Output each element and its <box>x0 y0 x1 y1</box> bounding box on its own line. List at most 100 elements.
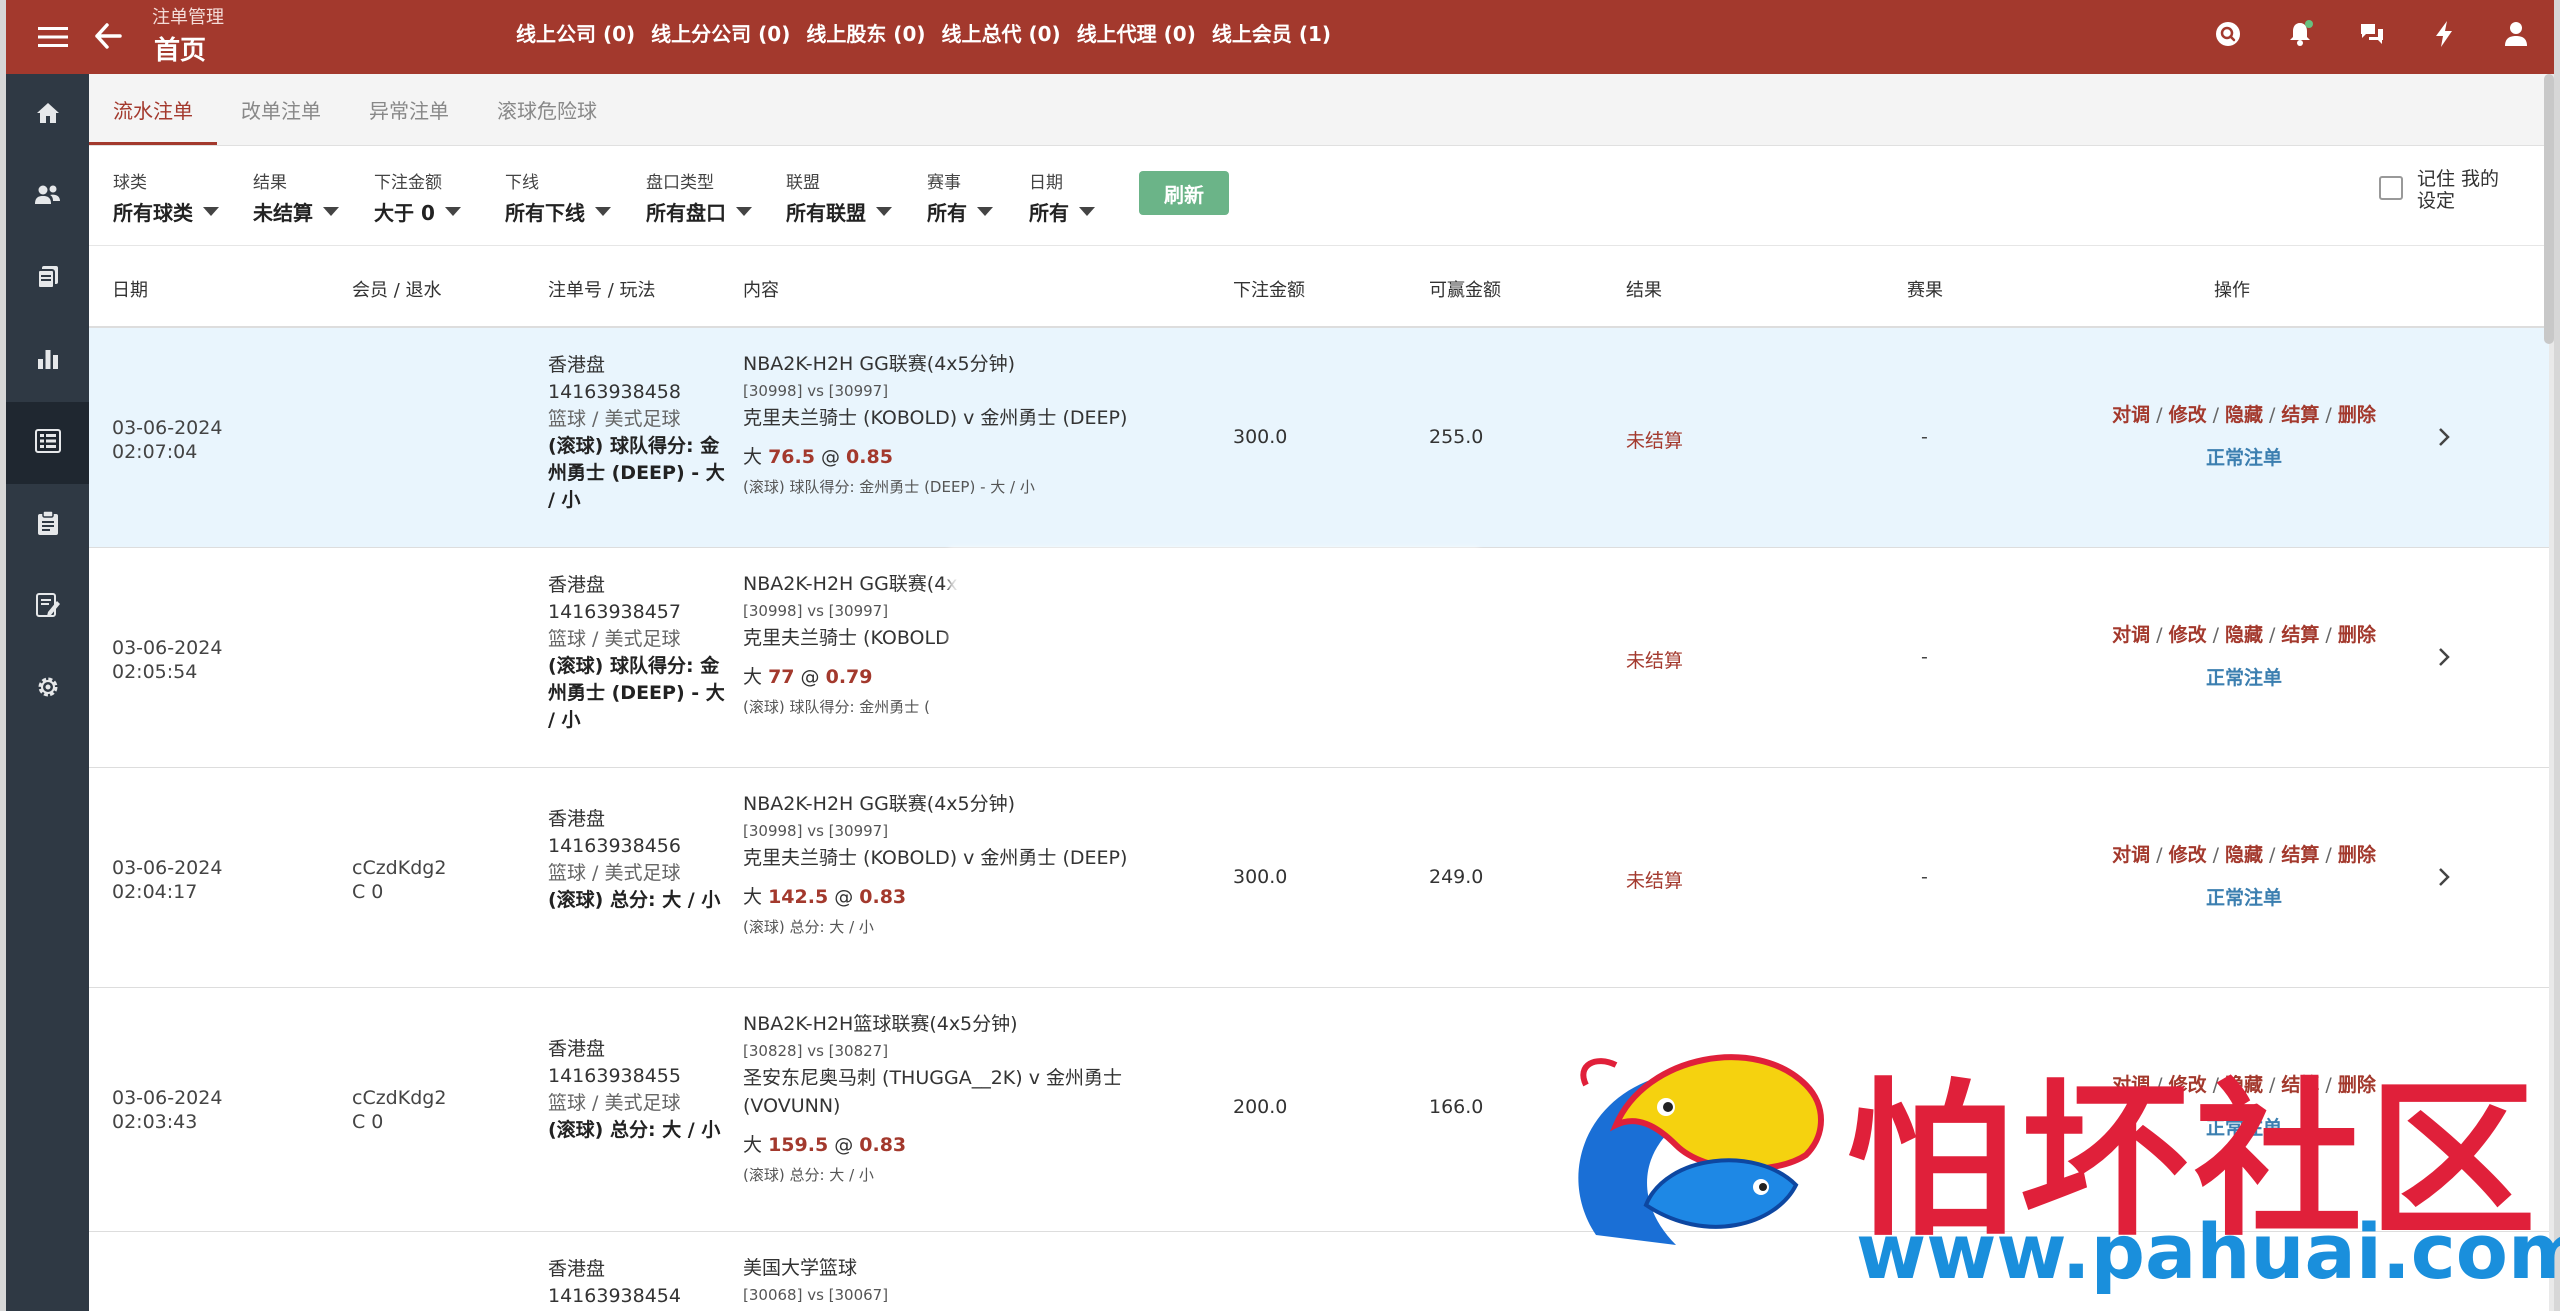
modify-button[interactable]: 修改 <box>2169 624 2207 646</box>
hide-button[interactable]: 隐藏 <box>2225 624 2263 646</box>
filter-downline[interactable]: 下线 所有下线 <box>505 168 611 226</box>
col-actions: 操作 <box>2214 280 2250 301</box>
modify-button[interactable]: 修改 <box>2169 844 2207 866</box>
match-score: - <box>1921 866 1928 888</box>
vertical-scrollbar[interactable] <box>2544 74 2554 344</box>
link-online-agent[interactable]: 线上代理 (0) <box>1077 18 1196 47</box>
swap-button[interactable]: 对调 <box>2112 404 2150 426</box>
link-online-shareholder[interactable]: 线上股东 (0) <box>806 18 925 47</box>
bet-date: 03-06-2024 02:07:04 <box>112 416 222 464</box>
play-type: (滚球) 球队得分: 金州勇士 (DEEP) - 大 / 小 <box>548 655 725 731</box>
col-win-amount: 可赢金额 <box>1429 280 1501 301</box>
normal-bet-link[interactable]: 正常注单 <box>2079 663 2409 690</box>
normal-bet-link[interactable]: 正常注单 <box>2079 883 2409 910</box>
tab-live-risk-bets[interactable]: 滚球危险球 <box>473 74 621 145</box>
market-type: 香港盘 <box>548 354 606 376</box>
delete-button[interactable]: 删除 <box>2338 624 2376 646</box>
refresh-button[interactable]: 刷新 <box>1139 171 1229 215</box>
link-online-member[interactable]: 线上会员 (1) <box>1212 18 1331 47</box>
chevron-right-icon[interactable] <box>2437 866 2451 892</box>
users-icon <box>34 183 62 211</box>
sidebar-item-bet-management[interactable] <box>6 402 89 484</box>
user-icon[interactable] <box>2498 16 2534 52</box>
bet-date: 03-06-2024 02:05:54 <box>112 636 222 684</box>
member-name: cCzdKdg2 <box>352 1087 447 1109</box>
settle-button[interactable]: 结算 <box>2281 844 2319 866</box>
normal-bet-link[interactable]: 正常注单 <box>2079 443 2409 470</box>
hide-button[interactable]: 隐藏 <box>2225 844 2263 866</box>
filter-event[interactable]: 赛事 所有 <box>927 168 993 226</box>
delete-button[interactable]: 删除 <box>2338 844 2376 866</box>
back-arrow-icon[interactable] <box>86 16 130 56</box>
swap-button[interactable]: 对调 <box>2112 844 2150 866</box>
filter-label: 下注金额 <box>374 173 442 193</box>
sidebar-item-clipboard[interactable] <box>6 484 89 566</box>
filter-sport[interactable]: 球类 所有球类 <box>113 168 219 226</box>
sport-type: 篮球 / 美式足球 <box>548 862 681 884</box>
sport-type: 篮球 / 美式足球 <box>548 628 681 650</box>
caret-down-icon <box>203 207 219 216</box>
date-text: 03-06-2024 <box>112 417 223 439</box>
bet-result: 未结算 <box>1626 650 1684 672</box>
delete-button[interactable]: 删除 <box>2338 404 2376 426</box>
sidebar-item-edit-records[interactable] <box>6 566 89 648</box>
remember-settings-checkbox[interactable] <box>2379 176 2403 200</box>
bet-date: 03-06-2024 02:04:17 <box>112 856 222 904</box>
bet-odds-value: 0.85 <box>846 446 893 468</box>
chat-icon[interactable] <box>2354 16 2390 52</box>
date-text: 03-06-2024 <box>112 1087 223 1109</box>
bell-icon[interactable] <box>2282 16 2318 52</box>
remember-settings-label: 记住 我的设定 <box>2417 168 2500 212</box>
filter-date[interactable]: 日期 所有 <box>1029 168 1095 226</box>
team-ids: [30998] vs [30997] <box>743 382 889 400</box>
date-text: 03-06-2024 <box>112 637 223 659</box>
table-row[interactable]: 03-06-2024 02:05:54 香港盘 14163938457 篮球 /… <box>89 548 2549 768</box>
sidebar-item-users[interactable] <box>6 156 89 238</box>
table-row[interactable]: 03-06-2024 02:07:04 香港盘 14163938458 篮球 /… <box>89 328 2549 548</box>
caret-down-icon <box>323 207 339 216</box>
filter-value: 所有 <box>1029 201 1069 225</box>
sidebar-item-settings[interactable] <box>6 648 89 730</box>
ticket-info: 香港盘 14163938455 篮球 / 美式足球 (滚球) 总分: 大 / 小 <box>548 1036 728 1144</box>
bet-amount: 200.0 <box>1233 1096 1288 1118</box>
filter-result[interactable]: 结果 未结算 <box>253 168 339 226</box>
menu-icon[interactable] <box>32 19 74 55</box>
bolt-icon[interactable] <box>2426 16 2462 52</box>
filter-bet-amount[interactable]: 下注金额 大于 0 <box>374 168 461 226</box>
col-content: 内容 <box>743 280 779 301</box>
league-name: 美国大学篮球 <box>743 1257 858 1279</box>
settle-button[interactable]: 结算 <box>2281 404 2319 426</box>
link-online-branch[interactable]: 线上分公司 (0) <box>651 18 790 47</box>
bet-content: 美国大学篮球 [30068] vs [30067] <box>743 1254 1183 1308</box>
table-row[interactable]: 03-06-2024 02:04:17 cCzdKdg2 C 0 香港盘 141… <box>89 768 2549 988</box>
tab-modified-bets[interactable]: 改单注单 <box>217 74 345 145</box>
search-icon[interactable] <box>2210 16 2246 52</box>
sidebar-item-home[interactable] <box>6 74 89 156</box>
tab-flow-bets[interactable]: 流水注单 <box>89 74 217 145</box>
link-online-company[interactable]: 线上公司 (0) <box>516 18 635 47</box>
modify-button[interactable]: 修改 <box>2169 404 2207 426</box>
filter-value: 所有盘口 <box>646 201 726 225</box>
ticket-info: 香港盘 14163938458 篮球 / 美式足球 (滚球) 球队得分: 金州勇… <box>548 352 728 514</box>
swap-button[interactable]: 对调 <box>2112 624 2150 646</box>
match-name: 克里夫兰骑士 (KOBOLD) v 金州勇士 (DEEP) <box>743 847 1128 869</box>
clipboard-icon <box>37 510 59 540</box>
bet-result: 未结算 <box>1626 870 1684 892</box>
chevron-right-icon[interactable] <box>2437 646 2451 672</box>
filter-market-type[interactable]: 盘口类型 所有盘口 <box>646 168 752 226</box>
sidebar-item-documents[interactable] <box>6 238 89 320</box>
link-online-general-agent[interactable]: 线上总代 (0) <box>942 18 1061 47</box>
remember-settings: 记住 我的设定 <box>2379 168 2507 212</box>
breadcrumb-parent: 注单管理 <box>152 7 224 28</box>
sidebar-item-reports[interactable] <box>6 320 89 402</box>
team-ids: [30068] vs [30067] <box>743 1286 889 1304</box>
settle-button[interactable]: 结算 <box>2281 624 2319 646</box>
chevron-right-icon[interactable] <box>2437 426 2451 452</box>
tab-abnormal-bets[interactable]: 异常注单 <box>345 74 473 145</box>
hide-button[interactable]: 隐藏 <box>2225 404 2263 426</box>
bet-line: 142.5 <box>768 886 829 908</box>
filter-league[interactable]: 联盟 所有联盟 <box>786 168 892 226</box>
row-actions: 对调 / 修改 / 隐藏 / 结算 / 删除 正常注单 <box>2079 620 2409 690</box>
settings-icon <box>35 674 61 704</box>
col-bet-amount: 下注金额 <box>1233 280 1305 301</box>
